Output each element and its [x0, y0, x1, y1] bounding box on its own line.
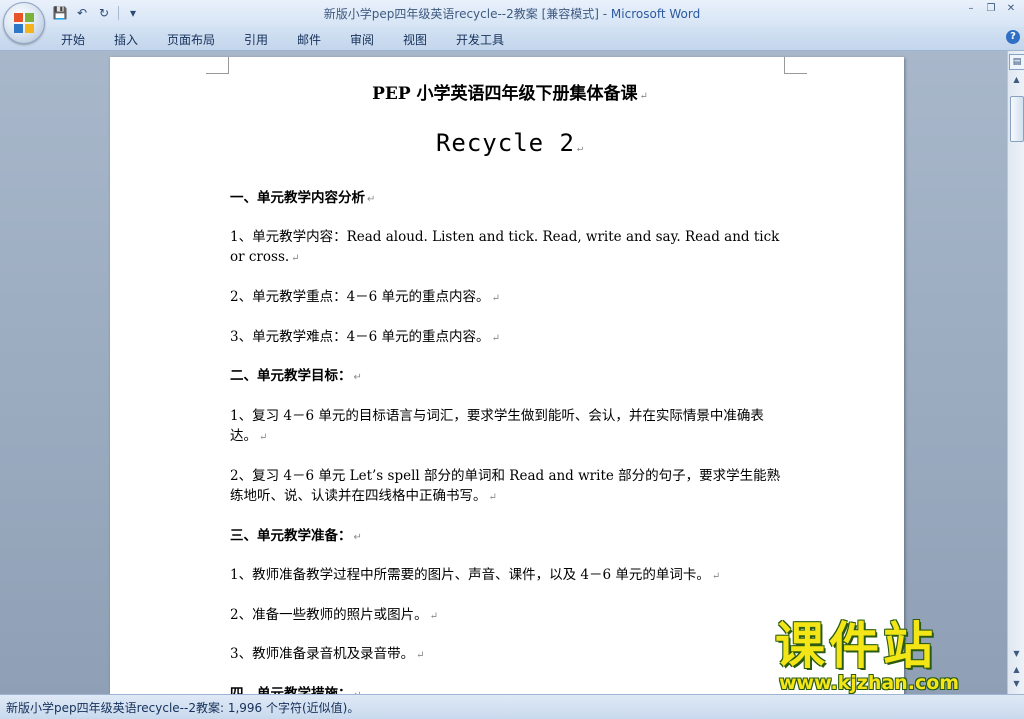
- app-name: Microsoft Word: [610, 7, 701, 21]
- paragraph: 2、复习 4－6 单元 Let’s spell 部分的单词和 Read and …: [230, 468, 781, 504]
- document-page[interactable]: PEP 小学英语四年级下册集体备课 ↵ Recycle 2 ↵ 一、单元教学内容分析…: [110, 57, 904, 694]
- margin-corner-top-left: [206, 57, 229, 74]
- watermark-logo: 课件站 www.kjzhan.com: [775, 618, 1005, 696]
- paragraph: 2、单元教学重点：4－6 单元的重点内容。 ↵: [230, 289, 500, 305]
- status-text: 新版小学pep四年级英语recycle--2教案: 1,996 个字符(近似值)…: [6, 701, 360, 715]
- window-title: 新版小学pep四年级英语recycle--2教案 [兼容模式] - Micros…: [0, 5, 1024, 22]
- margin-corner-top-right: [784, 57, 807, 74]
- tab-insert[interactable]: 插入: [114, 31, 138, 48]
- paragraph-mark: ↵: [639, 91, 648, 102]
- tab-home[interactable]: 开始: [61, 31, 85, 48]
- restore-button[interactable]: ❐: [982, 2, 1000, 16]
- paragraph-mark: ↵: [577, 143, 585, 154]
- watermark-url: www.kjzhan.com: [779, 672, 960, 694]
- ruler-toggle-icon[interactable]: ▤: [1009, 54, 1024, 70]
- watermark-text: 课件站: [775, 617, 937, 675]
- paragraph: 1、复习 4－6 单元的目标语言与词汇，要求学生做到能听、会认，并在实际情景中准…: [230, 408, 764, 444]
- scroll-up-icon[interactable]: ▲: [1010, 73, 1023, 86]
- scroll-thumb[interactable]: [1010, 96, 1024, 142]
- scroll-down-icon[interactable]: ▼: [1010, 647, 1023, 660]
- paragraph: 1、单元教学内容：Read aloud. Listen and tick. Re…: [230, 229, 780, 265]
- paragraph: 3、单元教学难点：4－6 单元的重点内容。 ↵: [230, 329, 500, 345]
- tab-view[interactable]: 视图: [403, 31, 427, 48]
- paragraph: 1、教师准备教学过程中所需要的图片、声音、课件，以及 4－6 单元的单词卡。 ↵: [230, 567, 721, 583]
- document-main-title: PEP 小学英语四年级下册集体备课 ↵: [372, 84, 648, 104]
- document-workspace: PEP 小学英语四年级下册集体备课 ↵ Recycle 2 ↵ 一、单元教学内容分析…: [0, 51, 1007, 694]
- status-bar: 新版小学pep四年级英语recycle--2教案: 1,996 个字符(近似值)…: [0, 694, 1024, 719]
- title-separator: -: [598, 7, 611, 21]
- ribbon-tabs: 开始 插入 页面布局 引用 邮件 审阅 视图 开发工具 ?: [0, 27, 1024, 51]
- tab-developer[interactable]: 开发工具: [456, 31, 504, 48]
- office-logo-icon: [14, 13, 34, 33]
- minimize-button[interactable]: –: [962, 2, 980, 16]
- help-icon[interactable]: ?: [1006, 30, 1020, 44]
- title-bar: 💾 ↶ ↻ ▾ 新版小学pep四年级英语recycle--2教案 [兼容模式] …: [0, 0, 1024, 27]
- tab-page-layout[interactable]: 页面布局: [167, 31, 215, 48]
- tab-references[interactable]: 引用: [244, 31, 268, 48]
- next-page-icon[interactable]: ▼: [1010, 677, 1023, 690]
- section-heading: 二、单元教学目标： ↵: [230, 368, 362, 384]
- tab-review[interactable]: 审阅: [350, 31, 374, 48]
- close-button[interactable]: ✕: [1002, 2, 1020, 16]
- section-heading: 一、单元教学内容分析 ↵: [230, 190, 376, 206]
- vertical-scrollbar[interactable]: ▤ ▲ ▼ ▲ ▼: [1007, 51, 1024, 694]
- section-heading: 三、单元教学准备： ↵: [230, 528, 362, 544]
- previous-page-icon[interactable]: ▲: [1010, 663, 1023, 676]
- section-heading: 四、单元教学措施：↵: [230, 686, 362, 694]
- document-heading: Recycle 2 ↵: [435, 129, 585, 157]
- office-button[interactable]: [3, 2, 45, 44]
- document-title: 新版小学pep四年级英语recycle--2教案 [兼容模式]: [323, 7, 599, 21]
- paragraph: 2、准备一些教师的照片或图片。 ↵: [230, 607, 438, 623]
- window-controls: – ❐ ✕: [962, 2, 1020, 16]
- paragraph: 3、教师准备录音机及录音带。 ↵: [230, 646, 425, 662]
- tab-mailings[interactable]: 邮件: [297, 31, 321, 48]
